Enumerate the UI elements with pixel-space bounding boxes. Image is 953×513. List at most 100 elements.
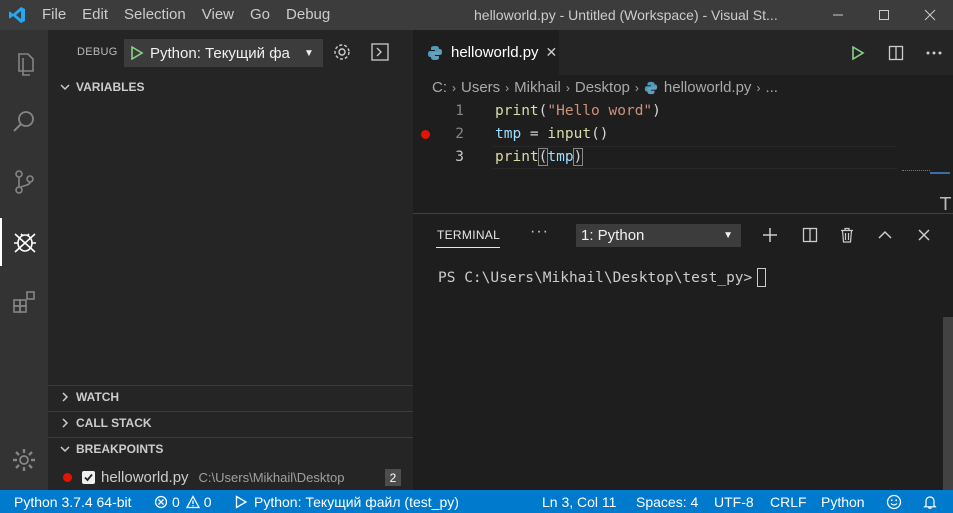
token: ) xyxy=(652,103,661,119)
breadcrumb-drive[interactable]: C: xyxy=(432,79,447,96)
indentation[interactable]: Spaces: 4 xyxy=(636,490,698,513)
line-number: 3 xyxy=(455,149,464,165)
tab-helloworld[interactable]: helloworld.py ✕ xyxy=(413,30,559,75)
close-tab-icon[interactable]: ✕ xyxy=(546,44,558,61)
token: tmp xyxy=(547,149,574,165)
token: = xyxy=(521,126,548,142)
split-editor-icon[interactable] xyxy=(877,30,915,75)
chevron-right-icon: › xyxy=(452,80,456,95)
close-panel-icon[interactable] xyxy=(913,224,935,246)
debug-title: DEBUG xyxy=(77,46,118,58)
terminal-select-label: 1: Python xyxy=(581,227,645,244)
menu-selection[interactable]: Selection xyxy=(116,0,194,30)
debug-sidebar: DEBUG Python: Текущий фа ▼ VARIABLES WAT… xyxy=(48,30,413,490)
encoding[interactable]: UTF-8 xyxy=(714,490,754,513)
more-views-icon[interactable]: ··· xyxy=(530,223,549,241)
watch-section-header[interactable]: WATCH xyxy=(48,385,413,407)
chevron-right-icon: › xyxy=(565,80,570,95)
menu-view[interactable]: View xyxy=(194,0,242,30)
problems-indicator[interactable]: 0 0 xyxy=(154,490,212,513)
call-stack-label: CALL STACK xyxy=(76,415,152,430)
line-number: 1 xyxy=(455,103,464,119)
debug-config-status: Python: Текущий файл (test_py) xyxy=(254,493,459,510)
python-file-icon xyxy=(644,81,658,94)
debug-launch-indicator[interactable]: Python: Текущий файл (test_py) xyxy=(234,490,459,513)
code-line[interactable]: 2 tmp = input() xyxy=(413,123,953,146)
code-editor[interactable]: 1 print("Hello word") 2 tmp = input() 3 … xyxy=(413,100,953,215)
code-line[interactable]: 1 print("Hello word") xyxy=(413,100,953,123)
feedback-smiley-icon[interactable] xyxy=(886,490,902,513)
menu-file[interactable]: File xyxy=(34,0,74,30)
breakpoint-checkbox[interactable] xyxy=(82,470,95,484)
menu-debug[interactable]: Debug xyxy=(278,0,338,30)
menu-edit[interactable]: Edit xyxy=(74,0,116,30)
activity-bar xyxy=(0,30,48,490)
chevron-down-icon: ▼ xyxy=(304,47,314,59)
end-of-line[interactable]: CRLF xyxy=(770,490,807,513)
breakpoint-path: C:\Users\Mikhail\Desktop xyxy=(198,469,345,485)
call-stack-section-header[interactable]: CALL STACK xyxy=(48,411,413,433)
breakpoint-line-badge: 2 xyxy=(385,469,401,486)
code-line[interactable]: 3 print(tmp) xyxy=(413,146,953,169)
variables-section-header[interactable]: VARIABLES xyxy=(48,76,413,98)
line-number: 2 xyxy=(455,126,464,142)
breadcrumb-users[interactable]: Users xyxy=(461,79,500,96)
more-actions-icon[interactable] xyxy=(915,30,953,75)
chevron-right-icon: › xyxy=(756,80,761,95)
source-control-icon[interactable] xyxy=(0,158,48,206)
python-file-icon xyxy=(428,45,442,60)
menu-bar: File Edit Selection View Go Debug xyxy=(34,0,338,30)
editor-actions xyxy=(839,30,953,75)
chevron-right-icon xyxy=(54,417,76,428)
split-terminal-icon[interactable] xyxy=(799,224,821,246)
tab-terminal[interactable]: TERMINAL xyxy=(437,228,500,242)
language-mode[interactable]: Python xyxy=(821,490,865,513)
minimize-button[interactable] xyxy=(815,0,861,30)
terminal-panel: TERMINAL ··· 1: Python ▼ PS C:\Users\Mik… xyxy=(413,213,953,490)
search-icon[interactable] xyxy=(0,98,48,146)
explorer-icon[interactable] xyxy=(0,40,48,88)
editor-tab-bar: helloworld.py ✕ xyxy=(413,30,953,75)
tab-label: helloworld.py xyxy=(451,44,539,61)
maximize-panel-icon[interactable] xyxy=(874,224,896,246)
debug-console-icon[interactable] xyxy=(370,42,392,64)
minimap-line xyxy=(902,170,930,173)
maximize-button[interactable] xyxy=(861,0,907,30)
line-source: tmp = input() xyxy=(495,123,609,146)
menu-go[interactable]: Go xyxy=(242,0,278,30)
token: "Hello word" xyxy=(547,103,653,119)
start-debugging-icon[interactable] xyxy=(124,39,150,67)
debug-settings-gear-icon[interactable] xyxy=(332,42,354,64)
settings-gear-icon[interactable] xyxy=(0,436,48,484)
panel-header: TERMINAL ··· 1: Python ▼ xyxy=(413,214,953,258)
breadcrumb-symbols[interactable]: ... xyxy=(765,79,778,96)
breakpoints-section-header[interactable]: BREAKPOINTS xyxy=(48,437,413,459)
status-bar: Python 3.7.4 64-bit 0 0 Python: Текущий … xyxy=(0,490,953,513)
breakpoint-dot-icon[interactable] xyxy=(421,130,430,139)
breakpoint-dot-icon xyxy=(63,472,72,482)
breadcrumb-mikhail[interactable]: Mikhail xyxy=(514,79,561,96)
vscode-logo-icon xyxy=(0,0,34,30)
new-terminal-icon[interactable] xyxy=(759,224,781,246)
breadcrumb-desktop[interactable]: Desktop xyxy=(575,79,630,96)
terminal-scrollbar[interactable] xyxy=(943,317,953,490)
chevron-down-icon xyxy=(54,82,76,92)
notifications-bell-icon[interactable] xyxy=(922,490,938,513)
debug-icon[interactable] xyxy=(0,218,48,266)
run-file-button[interactable] xyxy=(839,30,877,75)
token: input xyxy=(547,126,592,142)
error-count: 0 xyxy=(172,493,180,510)
python-interpreter[interactable]: Python 3.7.4 64-bit xyxy=(14,490,132,513)
close-window-button[interactable] xyxy=(907,0,953,30)
cursor-position[interactable]: Ln 3, Col 11 xyxy=(542,490,616,513)
breakpoint-item[interactable]: helloworld.py C:\Users\Mikhail\Desktop 2 xyxy=(48,466,413,488)
debug-config-select[interactable]: Python: Текущий фа ▼ xyxy=(124,39,323,67)
warning-icon xyxy=(185,494,200,508)
extensions-icon[interactable] xyxy=(0,278,48,326)
terminal-select[interactable]: 1: Python ▼ xyxy=(576,224,741,247)
terminal-output[interactable]: PS C:\Users\Mikhail\Desktop\test_py> xyxy=(438,268,767,287)
chevron-right-icon: › xyxy=(634,80,639,95)
trash-icon[interactable] xyxy=(836,224,858,246)
breadcrumb-file[interactable]: helloworld.py xyxy=(664,79,752,96)
chevron-down-icon xyxy=(54,444,76,454)
